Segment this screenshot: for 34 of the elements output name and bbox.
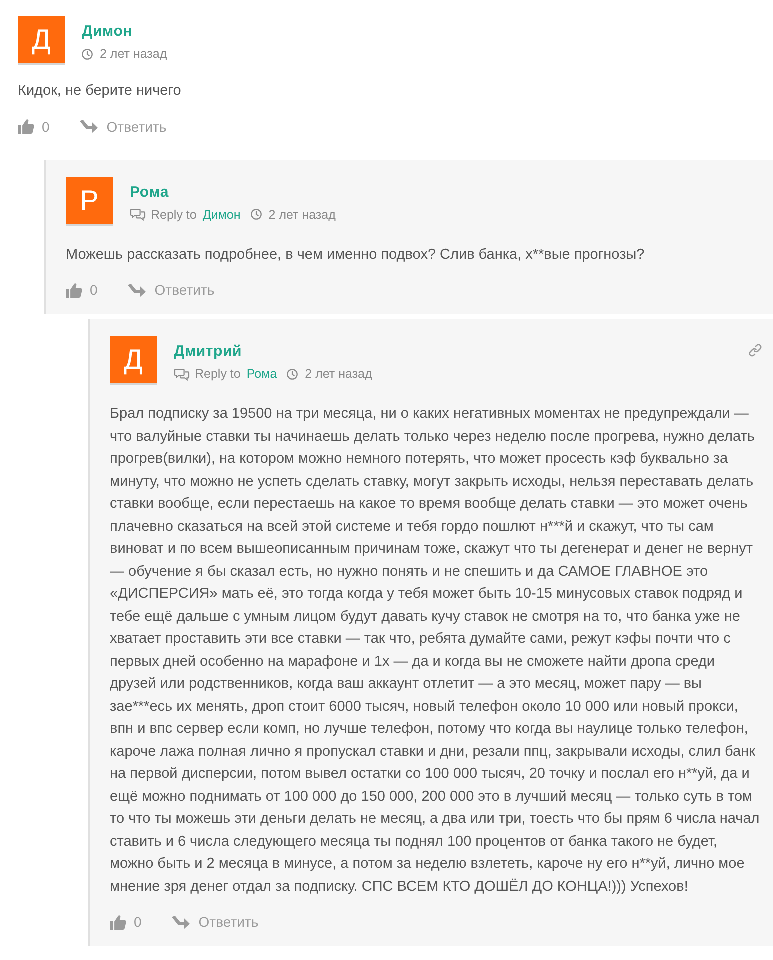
like-count: 0	[42, 118, 50, 134]
reply-to-label: Reply to	[151, 206, 197, 224]
reply-arrow-icon	[80, 120, 98, 133]
author-name[interactable]: Дмитрий	[174, 342, 372, 362]
like-count: 0	[134, 914, 142, 930]
reply-to-link[interactable]: Димон	[202, 206, 241, 224]
reply-to-label: Reply to	[195, 366, 241, 383]
reply-to-link[interactable]: Рома	[246, 365, 278, 383]
link-icon[interactable]	[749, 344, 762, 357]
comment-text: Можешь рассказать подробнее, в чем именно подвох? Слив банка, х**вые прогнозы?	[66, 246, 646, 264]
comment-time: 2 лет назад	[100, 46, 168, 63]
comment-time: 2 лет назад	[268, 206, 336, 224]
clock-icon	[82, 48, 93, 60]
reply-arrow-icon	[128, 284, 146, 296]
reply-button[interactable]: Ответить	[172, 914, 259, 930]
speech-bubbles-icon	[174, 368, 190, 380]
reply-button[interactable]: Ответить	[80, 118, 167, 134]
author-name[interactable]: Рома	[130, 182, 336, 202]
avatar: Р	[66, 176, 113, 224]
avatar: Д	[18, 16, 65, 63]
avatar: Д	[110, 336, 157, 383]
thumbs-up-icon[interactable]	[18, 119, 35, 134]
like-count: 0	[90, 282, 98, 298]
speech-bubbles-icon	[130, 208, 146, 221]
thumbs-up-icon[interactable]	[66, 282, 83, 298]
reply-button[interactable]: Ответить	[128, 282, 215, 298]
thumbs-up-icon[interactable]	[110, 914, 127, 930]
clock-icon	[250, 209, 262, 220]
comment-time: 2 лет назад	[305, 366, 372, 383]
comment-text: Брал подписку за 19500 на три месяца, ни о каких негативных моментах не предупреждали — что валуйные ставки ты начинаешь делать только через неделю после прогрева, нужно делать прогрев(вилки), на котором можно немного потерять, что может просесть кэф буквально за минуту, что можно не успеть сделать ставку, могут закрыть исходы, нельзя переставать делать ставки вообще, если перестаешь на какое то время вообще делать ставки — это может очень плачевно сказаться на всей этой системе и тебя гордо пошлют н***й и скажут, что ты сам виноват и по всем вышеописанным причинам тоже, скажут что ты дегенерат и денег не вернут — обучение я бы сказал есть, но нужно понять и не спешить и да САМОЕ ГЛАВНОЕ это «ДИСПЕРСИЯ» мать её, это тогда когда у тебя может быть 10-15 минусовых ставок подряд и тебе ещё дальше с умным лицом будут давать кучу ставок не смотря на то, что банка уже не хватает проставить эти все ставки — так что, ребята думайте сами, режут кэфы почти что с первых дней особенно на марафоне и 1х — да и когда вы не сможете найти дропа среди друзей или родственников, когда ваш аккаунт отлетит — а это месяц, может пару — вы зае***есь их менять, дроп стоит 6000 тысяч, новый телефон около 10 000 или новый прокси, впн и впс сервер если комп, но лучше телефон, потому что когда вы наулице только телефон, кароче лажа полная лично я пропускал ставки и дни, резали ппц, закрывали исходы, слил банк на первой дисперсии, потом вывел остатки со 100 000 тысяч, 20 точку и послал его н**уй, да и ещё можно поднимать от 100 000 до 150 000, 200 000 это в лучший месяц — только суть в том то что ты можешь эти деньги делать не месяц, а два или три, тоесть что бы прям 6 числа начал ставить и 6 числа следующего месяца ты поднял 100 процентов от банка такого не будет, можно быть и 2 месяца в минусе, а потом за неделю взлететь, кароче ну его н**уй, лично мое мнение зря денег отдал за подписку. СПС ВСЕМ КТО ДОШЁЛ ДО КОНЦА!))) Успехов!	[110, 405, 761, 896]
clock-icon	[287, 368, 298, 380]
reply-arrow-icon	[172, 916, 190, 928]
author-name[interactable]: Димон	[82, 22, 168, 42]
comment-text: Кидок, не берите ничего	[18, 82, 182, 101]
